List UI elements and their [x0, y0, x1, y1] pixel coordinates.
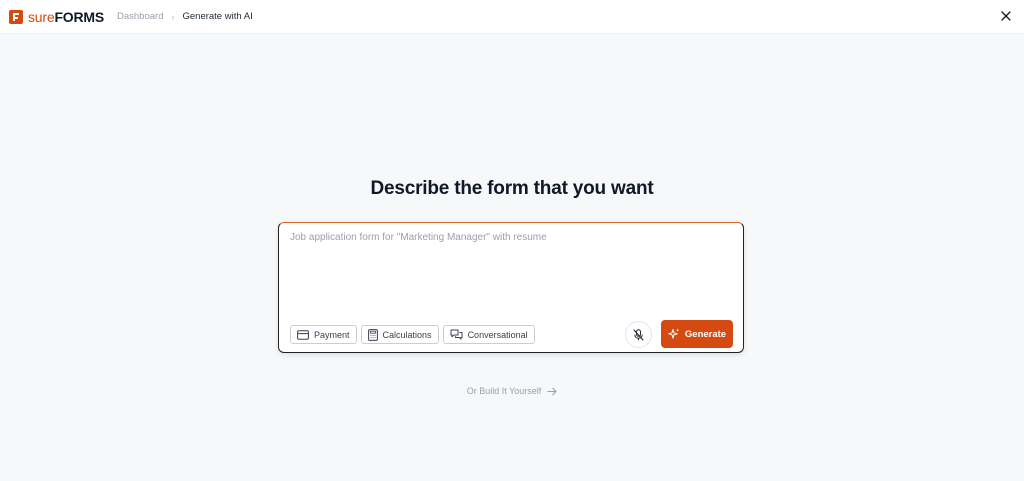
page-title: Describe the form that you want — [370, 178, 654, 199]
payment-chip-label: Payment — [314, 329, 350, 340]
conversational-chip[interactable]: Conversational — [442, 325, 535, 344]
sureforms-logo[interactable]: sure FORMS — [9, 9, 104, 25]
close-icon — [1001, 11, 1011, 21]
microphone-off-icon — [633, 328, 644, 341]
close-button[interactable] — [1000, 10, 1012, 22]
prompt-card: Payment Calculations Conversational — [278, 222, 744, 353]
build-yourself-label: Or Build It Yourself — [466, 386, 542, 396]
logo-text: sure FORMS — [28, 9, 104, 25]
breadcrumb-dashboard-link[interactable]: Dashboard — [117, 11, 163, 22]
generate-button[interactable]: Generate — [661, 320, 733, 348]
sparkles-icon — [668, 328, 680, 339]
chat-bubbles-icon — [450, 329, 463, 340]
logo-text-forms: FORMS — [54, 8, 104, 25]
breadcrumb: Dashboard › Generate with AI — [117, 11, 253, 22]
logo-text-sure: sure — [28, 8, 55, 25]
breadcrumb-separator: › — [171, 11, 175, 22]
breadcrumb-current: Generate with AI — [182, 11, 253, 22]
logo-mark-icon — [9, 9, 23, 24]
arrow-right-icon — [547, 387, 557, 395]
build-yourself-link[interactable]: Or Build It Yourself — [0, 386, 1024, 396]
prompt-input[interactable] — [290, 232, 730, 312]
payment-chip[interactable]: Payment — [290, 325, 357, 344]
voice-input-button[interactable] — [625, 321, 652, 348]
generate-button-label: Generate — [684, 328, 727, 340]
calculations-chip-label: Calculations — [382, 329, 432, 340]
calculations-chip[interactable]: Calculations — [360, 325, 439, 344]
calculator-icon — [367, 328, 378, 341]
top-bar: sure FORMS Dashboard › Generate with AI — [0, 0, 1024, 34]
option-chips: Payment Calculations Conversational — [290, 325, 535, 344]
credit-card-icon — [297, 329, 309, 340]
conversational-chip-label: Conversational — [467, 329, 528, 340]
